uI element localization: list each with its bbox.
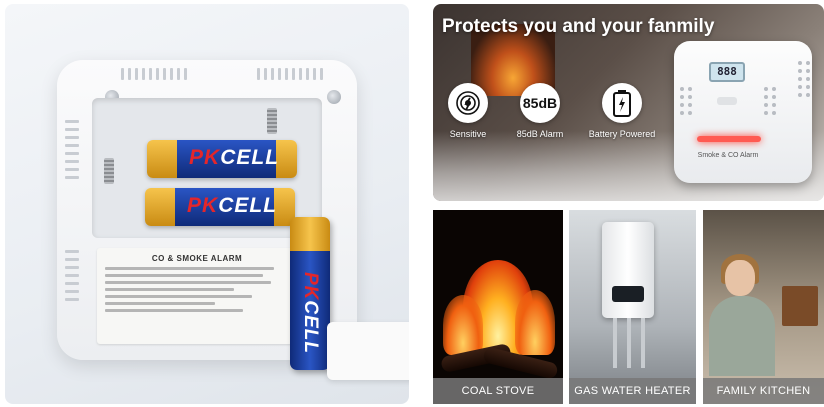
fire-flame-left: [443, 295, 483, 355]
water-heater: [602, 222, 654, 318]
person-face: [725, 260, 755, 296]
heater-pipe-2: [627, 318, 631, 368]
feature-battery: Battery Powered: [587, 83, 657, 139]
sensor-icon: [448, 83, 488, 123]
battery-brand-label: PKCELL: [189, 146, 280, 169]
smoke-co-alarm-device: 888 Smoke & CO Alarm: [674, 41, 812, 183]
battery-brand-label: PKCELL: [300, 271, 321, 355]
tile-family-kitchen: FAMILY KITCHEN: [703, 210, 824, 404]
battery-standing: PKCELL: [290, 217, 330, 370]
heater-pipe: [613, 318, 617, 368]
top-vent-right: [257, 68, 323, 80]
tile-coal-stove: COAL STOVE: [433, 210, 563, 404]
side-vent-left-lower: [65, 250, 79, 301]
top-vent-left: [121, 68, 187, 80]
tile-gas-water-heater: GAS WATER HEATER: [569, 210, 696, 404]
tile-caption: FAMILY KITCHEN: [703, 378, 824, 404]
device-vent-side: [798, 61, 810, 97]
manual-card: [327, 322, 409, 380]
device-label: Smoke & CO Alarm: [697, 152, 759, 159]
screw-top-right: [327, 90, 341, 104]
lcd-display: 888: [709, 62, 745, 82]
side-vent-left: [65, 120, 79, 179]
heater-pipe-3: [641, 318, 645, 368]
banner-headline: Protects you and your fanmily: [442, 16, 715, 37]
feature-85db: 85dB 85dB Alarm: [505, 83, 575, 139]
feature-sensitive: Sensitive: [433, 83, 503, 139]
kitchen-shelf: [782, 286, 818, 326]
battery-middle: PKCELL: [145, 188, 295, 226]
battery-brand-label: PKCELL: [187, 194, 278, 217]
battery-top: PKCELL: [147, 140, 297, 178]
tile-caption: COAL STOVE: [433, 378, 563, 404]
battery-icon: [602, 83, 642, 123]
device-vent-left: [680, 87, 692, 115]
device-vent-right: [764, 87, 776, 115]
feature-banner: Protects you and your fanmily Sensitive …: [433, 4, 824, 201]
fire-flame-right: [515, 290, 555, 355]
alarm-led-strip: [697, 136, 761, 142]
decibel-icon: 85dB: [520, 83, 560, 123]
test-button: [717, 97, 737, 105]
battery-spring: [267, 108, 277, 134]
person-body: [709, 296, 775, 376]
product-photo-back: PKCELL PKCELL CO & SMOKE ALARM PKCELL: [5, 4, 409, 404]
heater-display: [612, 286, 644, 302]
sticker-title: CO & SMOKE ALARM: [151, 254, 243, 263]
tile-caption: GAS WATER HEATER: [569, 378, 696, 404]
battery-spring-left: [104, 158, 114, 184]
product-sticker: CO & SMOKE ALARM: [97, 248, 297, 344]
